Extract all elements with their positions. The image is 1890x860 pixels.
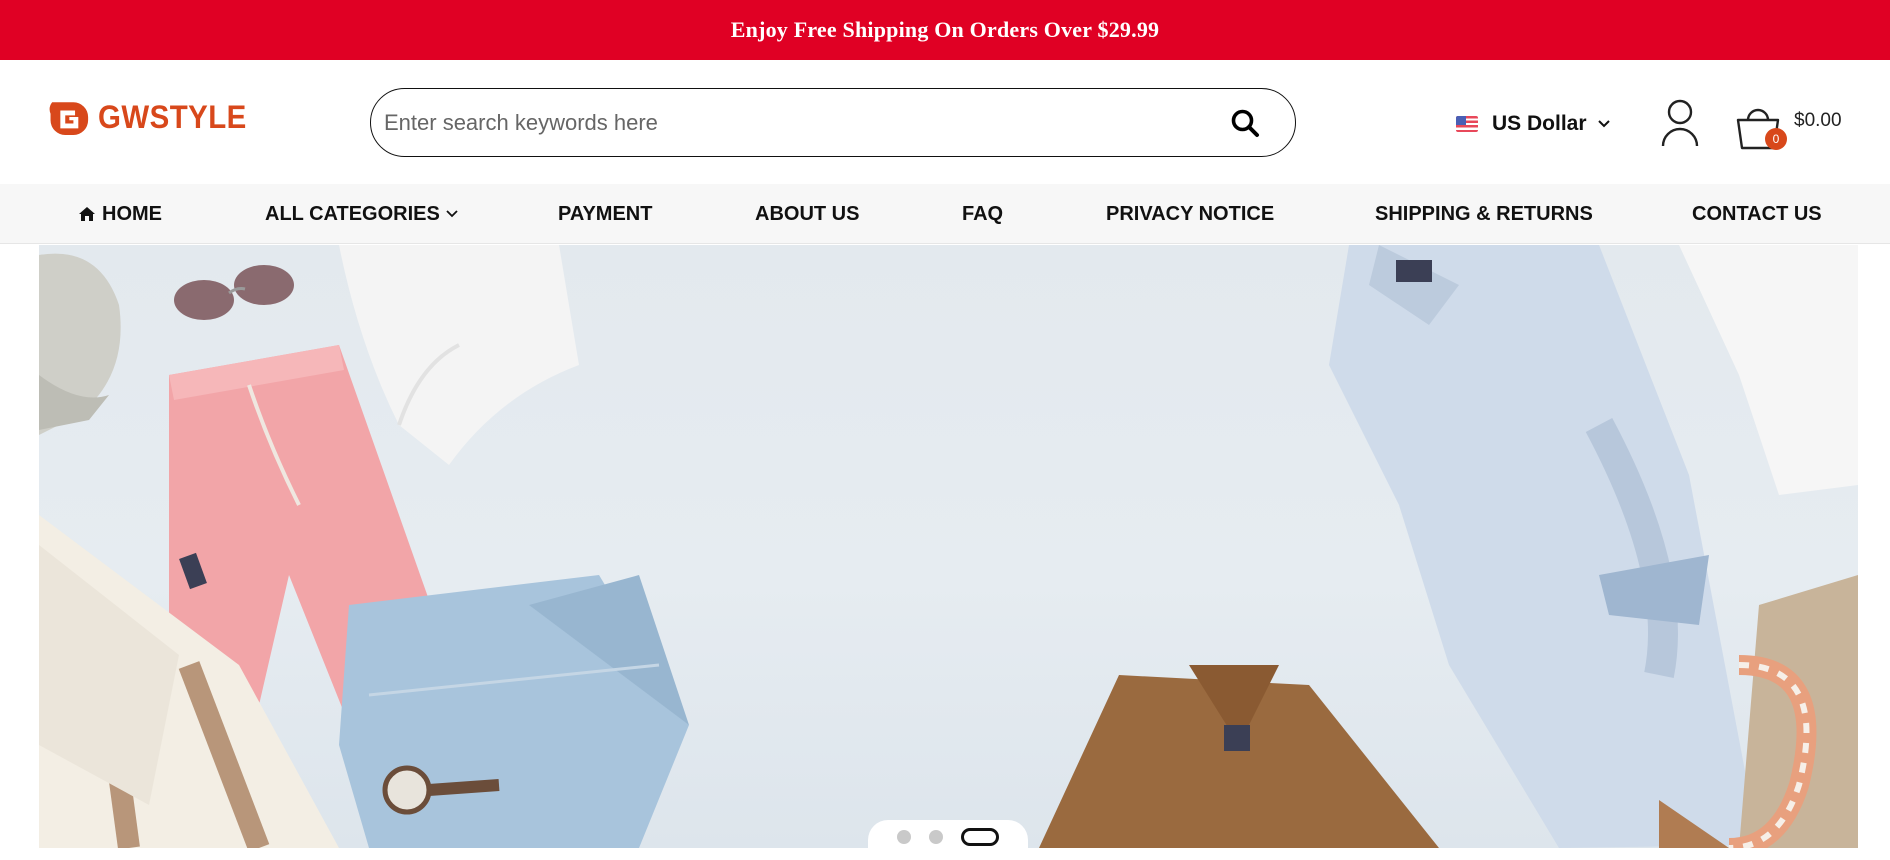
cart-count-badge: 0 bbox=[1765, 128, 1787, 150]
currency-label: US Dollar bbox=[1492, 112, 1587, 135]
search-input[interactable] bbox=[371, 89, 1213, 156]
hero-banner[interactable] bbox=[39, 245, 1858, 848]
search-button[interactable] bbox=[1213, 91, 1277, 155]
nav-label-payment: PAYMENT bbox=[558, 202, 653, 225]
main-nav: HOME ALL CATEGORIES PAYMENT ABOUT US FAQ… bbox=[0, 184, 1890, 244]
nav-label-contact-us: CONTACT US bbox=[1692, 202, 1822, 225]
nav-item-all-categories[interactable]: ALL CATEGORIES bbox=[265, 184, 464, 244]
nav-label-about-us: ABOUT US bbox=[755, 202, 860, 225]
slider-dot-active[interactable] bbox=[961, 828, 999, 846]
account-button[interactable] bbox=[1660, 98, 1700, 150]
nav-item-contact-us[interactable]: CONTACT US bbox=[1692, 184, 1822, 244]
nav-item-privacy-notice[interactable]: PRIVACY NOTICE bbox=[1106, 184, 1274, 244]
site-logo[interactable]: GWSTYLE bbox=[44, 90, 260, 144]
nav-label-privacy-notice: PRIVACY NOTICE bbox=[1106, 202, 1275, 225]
slider-dot[interactable] bbox=[929, 830, 943, 844]
nav-item-home[interactable]: HOME bbox=[78, 184, 162, 244]
search-icon bbox=[1231, 109, 1259, 137]
nav-item-shipping-returns[interactable]: SHIPPING & RETURNS bbox=[1375, 184, 1593, 244]
home-icon bbox=[79, 207, 95, 221]
site-header: GWSTYLE US Dollar bbox=[0, 60, 1890, 184]
announcement-bar: Enjoy Free Shipping On Orders Over $29.9… bbox=[0, 0, 1890, 60]
currency-selector[interactable]: US Dollar bbox=[1456, 108, 1611, 140]
chevron-down-icon bbox=[446, 210, 458, 218]
logo-wordmark: GWSTYLE bbox=[98, 98, 248, 135]
user-icon bbox=[1661, 99, 1699, 147]
slider-dot[interactable] bbox=[897, 830, 911, 844]
announcement-text: Enjoy Free Shipping On Orders Over $29.9… bbox=[730, 17, 1160, 42]
cart-total: $0.00 bbox=[1794, 110, 1842, 131]
hero-clothing-image bbox=[39, 245, 1858, 848]
nav-label-all-categories: ALL CATEGORIES bbox=[265, 202, 440, 225]
chevron-down-icon bbox=[1597, 120, 1610, 128]
nav-item-about-us[interactable]: ABOUT US bbox=[755, 184, 859, 244]
nav-item-faq[interactable]: FAQ bbox=[962, 184, 1003, 244]
nav-label-shipping-returns: SHIPPING & RETURNS bbox=[1375, 202, 1593, 225]
search-bar bbox=[370, 88, 1296, 157]
logo-mark-icon bbox=[49, 102, 89, 135]
us-flag-icon bbox=[1456, 116, 1478, 132]
nav-item-payment[interactable]: PAYMENT bbox=[558, 184, 652, 244]
slider-pagination bbox=[868, 820, 1028, 860]
nav-label-faq: FAQ bbox=[962, 202, 1004, 225]
nav-label-home: HOME bbox=[102, 202, 162, 225]
